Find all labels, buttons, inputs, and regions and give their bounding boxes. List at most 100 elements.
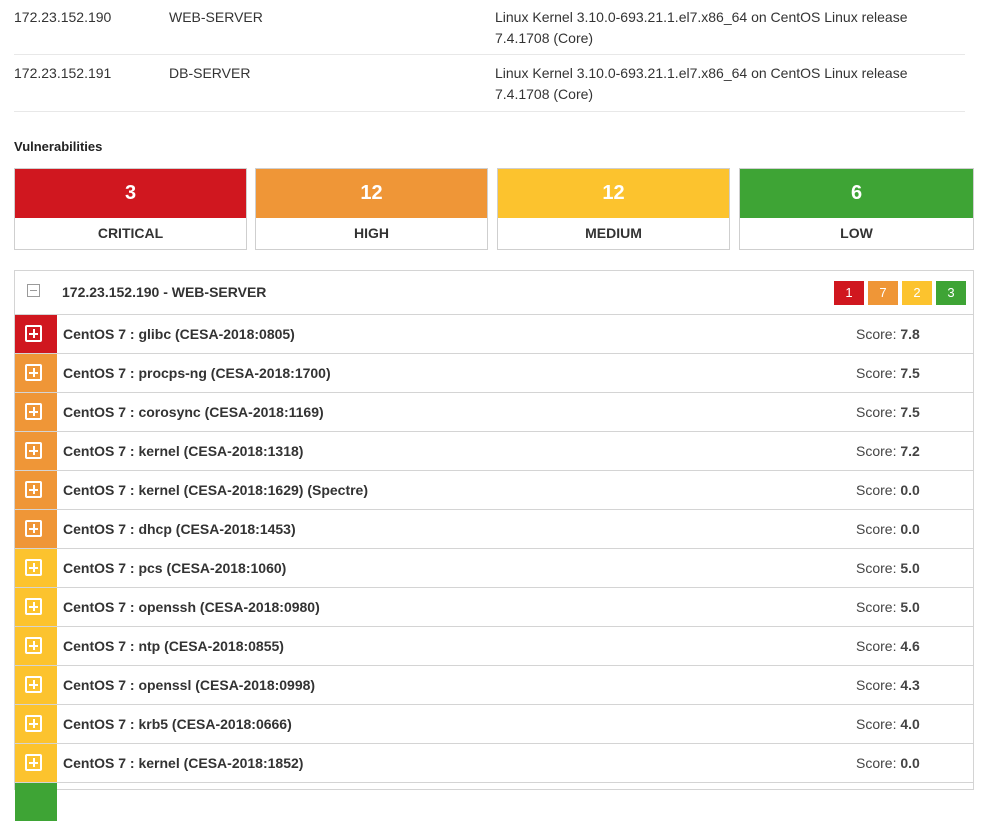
expand-icon[interactable] bbox=[25, 637, 42, 654]
vulnerability-row[interactable]: CentOS 7 : kernel (CESA-2018:1318) Score:… bbox=[15, 432, 973, 471]
vulnerability-name: CentOS 7 : dhcp (CESA-2018:1453) bbox=[63, 521, 296, 537]
panel-header[interactable]: 172.23.152.190 - WEB-SERVER 1 7 2 3 bbox=[15, 271, 973, 315]
badge-critical: 1 bbox=[834, 281, 864, 305]
vulnerability-score: Score: 0.0 bbox=[856, 755, 920, 771]
severity-strip bbox=[15, 744, 57, 782]
host-os-line: 7.4.1708 (Core) bbox=[495, 30, 594, 46]
score-value: 5.0 bbox=[900, 599, 920, 615]
vulnerability-score: Score: 0.0 bbox=[856, 482, 920, 498]
score-label: Score: bbox=[856, 638, 897, 654]
expand-icon[interactable] bbox=[25, 598, 42, 615]
vulnerability-score: Score: 5.0 bbox=[856, 599, 920, 615]
host-list: 172.23.152.190 WEB-SERVER Linux Kernel 3… bbox=[14, 0, 965, 112]
vulnerability-row[interactable]: CentOS 7 : kernel (CESA-2018:1852) Score:… bbox=[15, 744, 973, 783]
vulnerability-score: Score: 4.0 bbox=[856, 716, 920, 732]
host-ip: 172.23.152.190 bbox=[14, 9, 112, 25]
score-label: Score: bbox=[856, 482, 897, 498]
score-value: 4.0 bbox=[900, 716, 920, 732]
vulnerabilities-heading: Vulnerabilities bbox=[14, 139, 103, 154]
score-label: Score: bbox=[856, 365, 897, 381]
severity-box-high[interactable]: 12 HIGH bbox=[255, 168, 488, 250]
vulnerability-row[interactable]: CentOS 7 : glibc (CESA-2018:0805) Score: … bbox=[15, 315, 973, 354]
vulnerability-name: CentOS 7 : pcs (CESA-2018:1060) bbox=[63, 560, 287, 576]
score-label: Score: bbox=[856, 755, 897, 771]
score-value: 4.6 bbox=[900, 638, 920, 654]
expand-icon[interactable] bbox=[25, 754, 42, 771]
expand-icon[interactable] bbox=[25, 403, 42, 420]
host-vulnerability-panel: 172.23.152.190 - WEB-SERVER 1 7 2 3 Cent… bbox=[14, 270, 974, 821]
score-value: 4.3 bbox=[900, 677, 920, 693]
severity-strip bbox=[15, 393, 57, 431]
severity-badges: 1 7 2 3 bbox=[830, 281, 966, 305]
badge-high: 7 bbox=[868, 281, 898, 305]
severity-strip bbox=[15, 315, 57, 353]
expand-icon[interactable] bbox=[25, 481, 42, 498]
severity-label: MEDIUM bbox=[585, 225, 642, 241]
vulnerability-name: CentOS 7 : ntp (CESA-2018:0855) bbox=[63, 638, 284, 654]
vulnerability-score: Score: 0.0 bbox=[856, 521, 920, 537]
vulnerability-row[interactable]: CentOS 7 : dhcp (CESA-2018:1453) Score: 0… bbox=[15, 510, 973, 549]
host-ip: 172.23.152.191 bbox=[14, 65, 112, 81]
expand-icon[interactable] bbox=[25, 559, 42, 576]
host-name: WEB-SERVER bbox=[169, 9, 263, 25]
vulnerability-name: CentOS 7 : kernel (CESA-2018:1629) (Spec… bbox=[63, 482, 368, 498]
panel-title: 172.23.152.190 - WEB-SERVER bbox=[62, 284, 267, 300]
score-label: Score: bbox=[856, 404, 897, 420]
vulnerability-row[interactable]: CentOS 7 : pcs (CESA-2018:1060) Score: 5.… bbox=[15, 549, 973, 588]
vulnerability-row[interactable]: CentOS 7 : krb5 (CESA-2018:0666) Score: 4… bbox=[15, 705, 973, 744]
host-os-line: 7.4.1708 (Core) bbox=[495, 86, 594, 102]
score-value: 0.0 bbox=[900, 755, 920, 771]
score-label: Score: bbox=[856, 443, 897, 459]
score-value: 0.0 bbox=[900, 482, 920, 498]
vulnerability-score: Score: 7.5 bbox=[856, 404, 920, 420]
vulnerability-row[interactable]: CentOS 7 : openssh (CESA-2018:0980) Score… bbox=[15, 588, 973, 627]
vulnerability-name: CentOS 7 : procps-ng (CESA-2018:1700) bbox=[63, 365, 331, 381]
severity-box-low[interactable]: 6 LOW bbox=[739, 168, 974, 250]
severity-strip bbox=[15, 705, 57, 743]
severity-label: CRITICAL bbox=[97, 225, 164, 241]
vulnerability-name: CentOS 7 : openssl (CESA-2018:0998) bbox=[63, 677, 316, 693]
host-os: Linux Kernel 3.10.0-693.21.1.el7.x86_64 … bbox=[495, 7, 935, 54]
vulnerability-name: CentOS 7 : kernel (CESA-2018:1852) bbox=[63, 755, 304, 771]
expand-icon[interactable] bbox=[25, 442, 42, 459]
vulnerability-name: CentOS 7 : glibc (CESA-2018:0805) bbox=[63, 326, 295, 342]
severity-label: HIGH bbox=[354, 225, 389, 241]
expand-icon[interactable] bbox=[25, 364, 42, 381]
vulnerability-score: Score: 7.2 bbox=[856, 443, 920, 459]
score-value: 7.5 bbox=[900, 365, 920, 381]
severity-strip bbox=[15, 783, 57, 821]
vulnerability-row[interactable]: CentOS 7 : procps-ng (CESA-2018:1700) Sco… bbox=[15, 354, 973, 393]
vulnerability-row[interactable]: CentOS 7 : corosync (CESA-2018:1169) Scor… bbox=[15, 393, 973, 432]
score-label: Score: bbox=[856, 326, 897, 342]
severity-strip bbox=[15, 666, 57, 704]
vulnerability-row-partial[interactable] bbox=[15, 783, 973, 821]
severity-strip bbox=[15, 354, 57, 392]
vulnerability-score: Score: 5.0 bbox=[856, 560, 920, 576]
badge-medium: 2 bbox=[902, 281, 932, 305]
host-os-line: Linux Kernel 3.10.0-693.21.1.el7.x86_64 … bbox=[495, 9, 908, 25]
score-value: 0.0 bbox=[900, 521, 920, 537]
severity-strip bbox=[15, 588, 57, 626]
vulnerability-row[interactable]: CentOS 7 : openssl (CESA-2018:0998) Score… bbox=[15, 666, 973, 705]
vulnerability-row[interactable]: CentOS 7 : ntp (CESA-2018:0855) Score: 4.… bbox=[15, 627, 973, 666]
expand-icon[interactable] bbox=[25, 325, 42, 342]
vulnerability-list: CentOS 7 : glibc (CESA-2018:0805) Score: … bbox=[15, 315, 973, 783]
severity-strip bbox=[15, 627, 57, 665]
collapse-icon[interactable] bbox=[27, 284, 40, 297]
host-os-line: Linux Kernel 3.10.0-693.21.1.el7.x86_64 … bbox=[495, 65, 908, 81]
severity-label: LOW bbox=[840, 225, 873, 241]
vulnerability-name: CentOS 7 : krb5 (CESA-2018:0666) bbox=[63, 716, 292, 732]
expand-icon[interactable] bbox=[25, 676, 42, 693]
severity-box-critical[interactable]: 3 CRITICAL bbox=[14, 168, 247, 250]
severity-box-medium[interactable]: 12 MEDIUM bbox=[497, 168, 730, 250]
vulnerability-score: Score: 7.8 bbox=[856, 326, 920, 342]
vulnerability-score: Score: 7.5 bbox=[856, 365, 920, 381]
vulnerability-name: CentOS 7 : kernel (CESA-2018:1318) bbox=[63, 443, 304, 459]
expand-icon[interactable] bbox=[25, 520, 42, 537]
severity-strip bbox=[15, 471, 57, 509]
expand-icon[interactable] bbox=[25, 715, 42, 732]
vulnerability-row[interactable]: CentOS 7 : kernel (CESA-2018:1629) (Spec… bbox=[15, 471, 973, 510]
vulnerability-score: Score: 4.3 bbox=[856, 677, 920, 693]
severity-strip bbox=[15, 510, 57, 548]
score-value: 7.5 bbox=[900, 404, 920, 420]
